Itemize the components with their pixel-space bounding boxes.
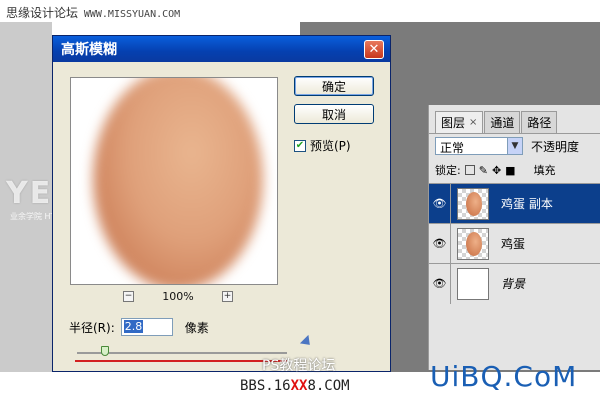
layer-name: 背景 bbox=[501, 277, 526, 291]
blur-preview[interactable] bbox=[70, 77, 278, 285]
radius-input[interactable]: 2.8 bbox=[120, 318, 173, 336]
opacity-label: 不透明度 bbox=[531, 139, 580, 154]
fill-label: 填充 bbox=[533, 164, 556, 177]
eye-icon[interactable]: 👁 bbox=[429, 263, 451, 304]
layer-name: 鸡蛋 副本 bbox=[501, 197, 553, 211]
layers-panel: 图层 × 通道 路径 正常 ▼ 不透明度 锁定: ✎ ✥ ■ 填充 👁 鸡蛋 副… bbox=[428, 105, 600, 370]
radius-row: 半径(R): 2.8 像素 bbox=[69, 318, 209, 336]
panel-tabs: 图层 × 通道 路径 bbox=[429, 111, 600, 134]
radius-unit: 像素 bbox=[184, 320, 209, 335]
watermark-ps-forum: PS教程论坛 bbox=[262, 358, 336, 374]
bbs-prefix: BBS.16 bbox=[240, 378, 291, 394]
ok-button[interactable]: 确定 bbox=[294, 76, 374, 96]
screenshot-stage: 思缘设计论坛 WWW.MISSYUAN.COM YEU.PS 业余学院 HTTP… bbox=[0, 0, 600, 400]
lock-brush-icon[interactable]: ✎ bbox=[479, 164, 488, 177]
watermark-uibq: UiBQ.CoM bbox=[430, 360, 578, 393]
tab-paths[interactable]: 路径 bbox=[521, 111, 558, 133]
preview-option[interactable]: ✔ 预览(P) bbox=[294, 137, 351, 154]
eye-icon[interactable]: 👁 bbox=[429, 183, 451, 224]
tab-channels-label: 通道 bbox=[490, 116, 515, 130]
lock-row: 锁定: ✎ ✥ ■ 填充 bbox=[435, 162, 556, 178]
cancel-button[interactable]: 取消 bbox=[294, 104, 374, 124]
tab-channels[interactable]: 通道 bbox=[484, 111, 521, 133]
tab-layers[interactable]: 图层 × bbox=[435, 111, 484, 133]
close-button[interactable]: ✕ bbox=[364, 39, 384, 59]
blend-mode-value: 正常 bbox=[440, 141, 465, 155]
site-title: 思缘设计论坛 bbox=[6, 6, 79, 20]
bbs-red: XX bbox=[290, 378, 308, 394]
layer-name: 鸡蛋 bbox=[501, 237, 526, 251]
layer-row-egg-copy[interactable]: 👁 鸡蛋 副本 bbox=[429, 183, 600, 224]
watermark-bbs: BBS.16XX8.COM bbox=[240, 378, 350, 394]
lock-transparent-icon[interactable] bbox=[464, 165, 475, 175]
egg-thumbnail-icon bbox=[466, 231, 482, 256]
radius-value: 2.8 bbox=[123, 320, 144, 333]
zoom-in-button[interactable]: + bbox=[221, 290, 233, 302]
layer-thumbnail bbox=[457, 267, 489, 300]
layer-row-egg[interactable]: 👁 鸡蛋 bbox=[429, 223, 600, 264]
site-header: 思缘设计论坛 WWW.MISSYUAN.COM bbox=[6, 4, 180, 21]
zoom-out-button[interactable]: − bbox=[123, 290, 134, 302]
preview-label: 预览(P) bbox=[310, 139, 351, 153]
gaussian-blur-dialog: 高斯模糊 ✕ − 100% + 确定 取消 ✔ 预览(P) 半径(R): 2.8… bbox=[52, 35, 391, 372]
preview-checkbox[interactable]: ✔ bbox=[294, 139, 306, 152]
egg-image bbox=[93, 78, 263, 284]
layer-thumbnail bbox=[457, 187, 489, 220]
blend-mode-select[interactable]: 正常 ▼ bbox=[435, 137, 523, 155]
zoom-level: 100% bbox=[162, 289, 194, 303]
red-annotation-line bbox=[75, 360, 287, 362]
eye-icon[interactable]: 👁 bbox=[429, 223, 451, 264]
dialog-titlebar[interactable]: 高斯模糊 ✕ bbox=[53, 36, 390, 62]
tab-layers-label: 图层 bbox=[441, 116, 466, 130]
radius-label: 半径(R): bbox=[69, 320, 115, 335]
layer-row-background[interactable]: 👁 背景 bbox=[429, 263, 600, 304]
egg-thumbnail-icon bbox=[466, 191, 482, 216]
lock-all-icon[interactable]: ■ bbox=[505, 164, 515, 177]
tab-close-icon[interactable]: × bbox=[469, 117, 477, 128]
lock-move-icon[interactable]: ✥ bbox=[492, 164, 501, 177]
lock-label: 锁定: bbox=[435, 164, 461, 177]
site-url: WWW.MISSYUAN.COM bbox=[83, 9, 181, 20]
chevron-down-icon[interactable]: ▼ bbox=[507, 138, 522, 154]
zoom-controls: − 100% + bbox=[123, 288, 233, 304]
tab-paths-label: 路径 bbox=[527, 116, 552, 130]
bbs-suffix: 8.COM bbox=[307, 378, 350, 394]
blend-row: 正常 ▼ 不透明度 bbox=[435, 137, 579, 155]
layer-thumbnail bbox=[457, 227, 489, 260]
radius-slider-thumb[interactable] bbox=[101, 346, 109, 356]
dialog-title: 高斯模糊 bbox=[61, 42, 117, 58]
